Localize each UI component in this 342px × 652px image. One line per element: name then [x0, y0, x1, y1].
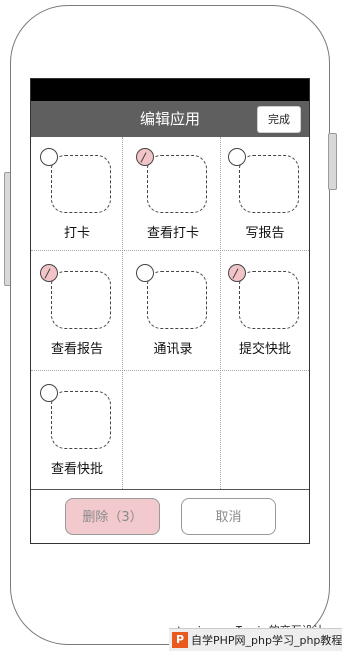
- app-label: 打卡: [63, 226, 90, 241]
- status-bar: [31, 79, 309, 101]
- select-circle-checked-icon[interactable]: [228, 264, 246, 282]
- app-placeholder-icon: [51, 155, 111, 213]
- select-circle-icon[interactable]: [40, 384, 58, 402]
- app-placeholder-icon: [147, 155, 207, 213]
- screen: 编辑应用 完成 打卡 查看打卡 写报告 查看报告 通讯录 提交快批 查看快批 删…: [30, 78, 310, 544]
- app-tile-punch[interactable]: 打卡: [31, 137, 123, 254]
- app-placeholder-icon: [147, 271, 207, 329]
- app-label: 提交快批: [238, 342, 291, 357]
- app-placeholder-icon: [239, 155, 299, 213]
- app-placeholder-icon: [51, 271, 111, 329]
- action-bar: 删除（3） 取消: [31, 489, 309, 543]
- power-button: [328, 133, 337, 190]
- select-circle-icon[interactable]: [228, 148, 246, 166]
- app-placeholder-icon: [51, 391, 111, 449]
- select-circle-checked-icon[interactable]: [136, 148, 154, 166]
- app-tile-contacts[interactable]: 通讯录: [127, 253, 219, 370]
- app-label: 查看快批: [50, 462, 103, 477]
- app-tile-view-approval[interactable]: 查看快批: [31, 373, 123, 490]
- app-tile-view-punch[interactable]: 查看打卡: [127, 137, 219, 254]
- nav-bar: 编辑应用 完成: [31, 101, 309, 137]
- select-circle-icon[interactable]: [40, 148, 58, 166]
- app-label: 查看报告: [50, 342, 103, 357]
- app-tile-view-report[interactable]: 查看报告: [31, 253, 123, 370]
- app-grid: 打卡 查看打卡 写报告 查看报告 通讯录 提交快批 查看快批: [31, 137, 309, 490]
- grid-divider: [31, 370, 309, 371]
- app-label: 查看打卡: [146, 226, 199, 241]
- site-badge: P 自学PHP网_php学习_php教程: [169, 628, 342, 651]
- app-tile-submit-approval[interactable]: 提交快批: [219, 253, 309, 370]
- done-button[interactable]: 完成: [257, 106, 301, 133]
- select-circle-checked-icon[interactable]: [40, 264, 58, 282]
- php-logo-icon: P: [172, 632, 188, 648]
- cancel-button[interactable]: 取消: [181, 498, 276, 535]
- app-label: 通讯录: [153, 342, 193, 357]
- app-placeholder-icon: [239, 271, 299, 329]
- delete-button[interactable]: 删除（3）: [65, 498, 160, 535]
- app-label: 写报告: [245, 226, 285, 241]
- app-tile-write-report[interactable]: 写报告: [219, 137, 309, 254]
- site-badge-text: 自学PHP网_php学习_php教程: [191, 634, 342, 647]
- select-circle-icon[interactable]: [136, 264, 154, 282]
